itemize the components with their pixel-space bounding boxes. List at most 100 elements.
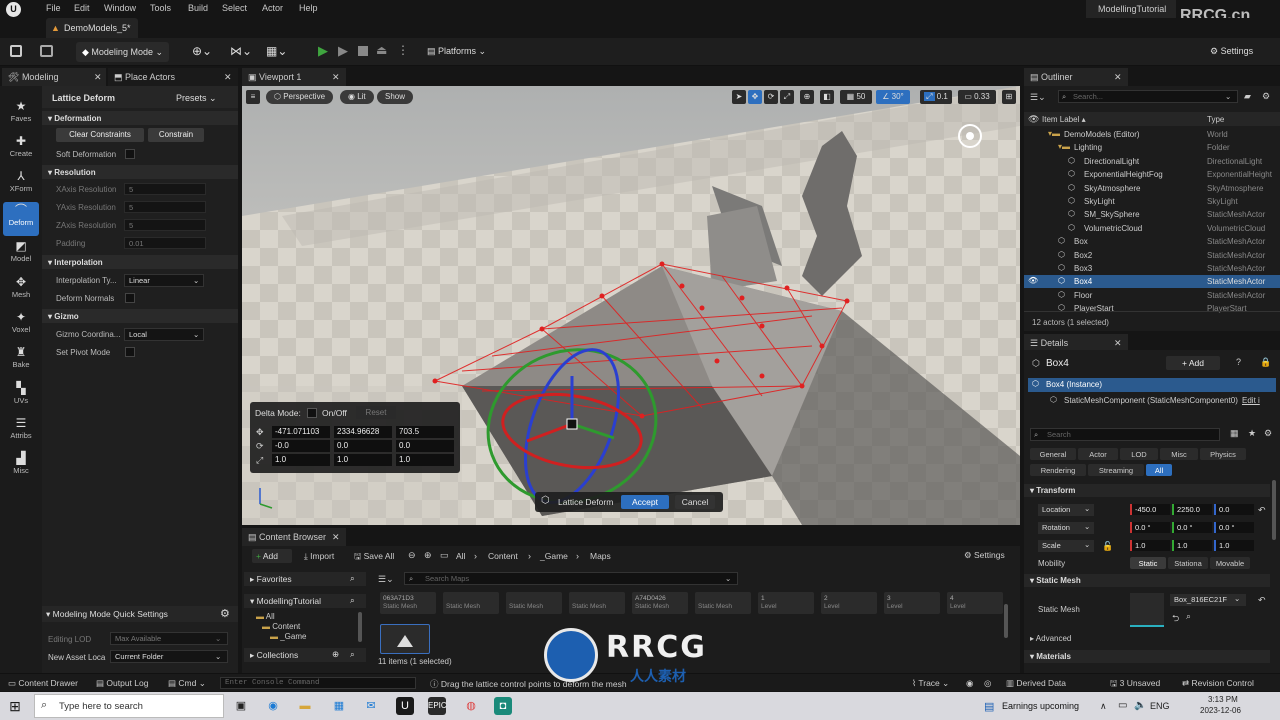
level-document-tab[interactable]: ▲ DemoModels_5* bbox=[46, 18, 138, 38]
location-y-input[interactable]: 2250.0 bbox=[1172, 504, 1212, 515]
asset-tile[interactable]: Static Mesh bbox=[443, 592, 499, 614]
asset-tile[interactable]: A74D0426 Static Mesh bbox=[632, 592, 688, 614]
visibility-icon[interactable]: 👁 bbox=[1028, 276, 1038, 285]
cancel-button[interactable]: Cancel bbox=[675, 495, 715, 509]
search-icon[interactable]: ⌕ bbox=[350, 649, 355, 660]
add-content-icon[interactable]: ⊕⌄ bbox=[192, 44, 212, 58]
rotation-dropdown[interactable]: Rotation ⌄ bbox=[1038, 522, 1094, 534]
advanced-toggle[interactable]: ▸ Advanced bbox=[1030, 634, 1071, 643]
accept-button[interactable]: Accept bbox=[621, 495, 669, 509]
clock-date[interactable]: 2023-12-06 bbox=[1200, 706, 1241, 715]
world-space-icon[interactable]: ⊕ bbox=[800, 90, 814, 104]
mail-icon[interactable]: ✉ bbox=[362, 697, 380, 715]
delta-rotation-z[interactable]: 0.0 bbox=[396, 440, 454, 452]
new-asset-location-select[interactable]: Current Folder ⌄ bbox=[110, 650, 228, 663]
tree-scrollbar[interactable] bbox=[358, 612, 362, 642]
console-input[interactable]: Enter Console Command bbox=[220, 677, 416, 689]
content-drawer-button[interactable]: ▭ Content Drawer bbox=[8, 678, 78, 689]
menu-tools[interactable]: Tools bbox=[150, 3, 171, 13]
asset-tile[interactable]: 4 Level bbox=[947, 592, 1003, 614]
gear-icon[interactable]: ⚙ bbox=[220, 607, 230, 620]
tab-modeling[interactable]: 🛠 Modeling ✕ bbox=[2, 68, 106, 86]
delta-rotation-x[interactable]: -0.0 bbox=[272, 440, 330, 452]
delta-scale-z[interactable]: 1.0 bbox=[396, 454, 454, 466]
selected-asset-thumbnail[interactable] bbox=[380, 624, 430, 654]
viewport-menu-icon[interactable]: ≡ bbox=[246, 90, 260, 104]
show-button[interactable]: Show bbox=[377, 90, 414, 104]
scale-dropdown[interactable]: Scale ⌄ bbox=[1038, 540, 1094, 552]
menu-window[interactable]: Window bbox=[104, 3, 136, 13]
outliner-row[interactable]: ⬡ SkyAtmosphere SkyAtmosphere bbox=[1024, 182, 1280, 195]
asset-tile[interactable]: 3 Level bbox=[884, 592, 940, 614]
maximize-viewport-icon[interactable]: ⊞ bbox=[1002, 90, 1016, 104]
network-icon[interactable]: ▭ bbox=[1118, 700, 1127, 711]
epic-launcher-icon[interactable]: EPIC bbox=[428, 697, 447, 715]
asset-scrollbar[interactable] bbox=[1004, 604, 1008, 638]
filter-icon[interactable]: ☰⌄ bbox=[378, 574, 394, 585]
outliner-row[interactable]: ⬡ DirectionalLight DirectionalLight bbox=[1024, 155, 1280, 168]
padding-input[interactable]: 0.01 bbox=[124, 237, 206, 249]
set-pivot-mode-checkbox[interactable] bbox=[125, 347, 135, 357]
tool-xform[interactable]: ⅄ XForm bbox=[3, 168, 39, 202]
tool-bake[interactable]: ♜ Bake bbox=[3, 344, 39, 378]
browse-icon[interactable] bbox=[40, 45, 53, 57]
camera-capture-icon[interactable]: ◎ bbox=[984, 678, 991, 689]
close-icon[interactable]: ✕ bbox=[224, 72, 232, 83]
section-gizmo[interactable]: ▾ Gizmo bbox=[42, 309, 238, 323]
search-icon[interactable]: ⌕ bbox=[350, 573, 355, 584]
menu-file[interactable]: File bbox=[46, 3, 61, 13]
rotation-y-input[interactable]: 0.0 ° bbox=[1172, 522, 1212, 533]
language-indicator[interactable]: ENG bbox=[1150, 701, 1170, 711]
presets-button[interactable]: Presets ⌄ bbox=[176, 93, 217, 104]
item-label-column[interactable]: Item Label ▴ bbox=[1042, 115, 1086, 124]
perspective-button[interactable]: ⬡ Perspective bbox=[266, 90, 334, 104]
more-options-icon[interactable]: ⋮ bbox=[397, 43, 409, 57]
project-header[interactable]: ▾ ModellingTutorial ⌕ bbox=[244, 594, 366, 608]
gear-icon[interactable]: ⚙ bbox=[1264, 428, 1272, 439]
constrain-button[interactable]: Constrain bbox=[148, 128, 204, 142]
filter-general[interactable]: General bbox=[1030, 448, 1076, 460]
unreal-logo-icon[interactable]: U bbox=[6, 2, 21, 17]
back-icon[interactable]: ⊖ bbox=[408, 550, 416, 561]
use-selected-icon[interactable]: ⮌ bbox=[1172, 611, 1179, 627]
camera-speed-button[interactable]: ▭ 0.33 bbox=[958, 90, 996, 104]
filter-misc[interactable]: Misc bbox=[1160, 448, 1198, 460]
outliner-row[interactable]: 👁 ⬡ Box4 StaticMeshActor bbox=[1024, 275, 1280, 289]
star-icon[interactable]: ★ bbox=[1248, 428, 1256, 439]
file-explorer-icon[interactable]: ▬ bbox=[296, 697, 314, 715]
close-icon[interactable]: ✕ bbox=[332, 532, 340, 543]
asset-search-input[interactable]: ⌕ Search Maps ⌄ bbox=[404, 572, 738, 585]
gizmo-coordinates-select[interactable]: Local ⌄ bbox=[124, 328, 204, 341]
breadcrumb-maps[interactable]: Maps bbox=[590, 551, 611, 561]
soft-deformation-checkbox[interactable] bbox=[125, 149, 135, 159]
menu-actor[interactable]: Actor bbox=[262, 3, 283, 13]
cb-settings-button[interactable]: ⚙ Settings bbox=[964, 550, 1005, 561]
save-icon[interactable] bbox=[10, 45, 22, 57]
scale-snap-toggle[interactable]: ⤢ 0.1 bbox=[920, 90, 952, 104]
section-interpolation[interactable]: ▾ Interpolation bbox=[42, 255, 238, 269]
outliner-row[interactable]: ⬡ SkyLight SkyLight bbox=[1024, 195, 1280, 208]
add-button[interactable]: + Add bbox=[252, 549, 292, 563]
outliner-row[interactable]: ⬡ Box3 StaticMeshActor bbox=[1024, 262, 1280, 275]
asset-tile[interactable]: Static Mesh bbox=[569, 592, 625, 614]
mobility-movable[interactable]: Movable bbox=[1210, 557, 1250, 569]
tool-mesh[interactable]: ✥ Mesh bbox=[3, 274, 39, 308]
rotation-x-input[interactable]: 0.0 ° bbox=[1130, 522, 1170, 533]
clock-time[interactable]: 3:13 PM bbox=[1208, 695, 1238, 704]
gear-icon[interactable]: ⚙ bbox=[1262, 91, 1270, 102]
type-column[interactable]: Type bbox=[1207, 115, 1224, 124]
unreal-taskbar-icon[interactable]: U bbox=[396, 697, 414, 715]
eject-button[interactable]: ⏏ bbox=[376, 43, 387, 57]
close-icon[interactable]: ✕ bbox=[1114, 338, 1122, 349]
edit-link[interactable]: Edit i bbox=[1242, 396, 1260, 405]
lock-icon[interactable]: 🔒 bbox=[1260, 357, 1271, 368]
play-button[interactable]: ▶ bbox=[318, 43, 328, 59]
menu-build[interactable]: Build bbox=[188, 3, 208, 13]
lock-scale-icon[interactable]: 🔓 bbox=[1102, 541, 1113, 552]
output-log-button[interactable]: ▤ Output Log bbox=[96, 678, 148, 689]
add-folder-icon[interactable]: ▰ bbox=[1244, 91, 1251, 102]
tree-all[interactable]: ▬ All bbox=[256, 612, 275, 621]
tool-faves[interactable]: ★ Faves bbox=[3, 98, 39, 132]
delta-location-x[interactable]: -471.071103 bbox=[272, 426, 330, 438]
transform-section[interactable]: ▾ Transform bbox=[1024, 484, 1270, 497]
